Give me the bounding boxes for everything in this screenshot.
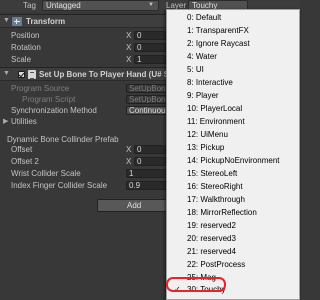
scale-label: Scale [11,55,32,64]
layer-menu-item[interactable]: 21: reserved4 [167,246,301,258]
layer-menu-item[interactable]: 19: reserved2 [167,220,301,232]
foldout-arrow-icon[interactable]: ▼ [3,17,10,24]
layer-menu-item[interactable]: 22: PostProcess [167,259,301,271]
program-source-label: Program Source [11,84,70,93]
layer-menu-item[interactable]: 14: PickupNoEnvironment [167,155,301,167]
index-scale-field[interactable]: 0.9 [126,181,168,190]
offset-label: Offset [11,145,33,154]
add-component-button[interactable]: Add Component [97,199,168,212]
tag-value: Untagged [46,1,81,10]
collider-prefab-label: Dynamic Bone Collinder Prefab [7,135,119,144]
rotation-x-label: X [126,43,132,52]
layer-menu-item[interactable]: 20: reserved3 [167,233,301,245]
selection-highlight-annotation [166,277,226,292]
layer-menu-item[interactable]: 17: Walkthrough [167,194,301,206]
script-icon [28,70,36,79]
program-source-field[interactable]: SetUpBon [126,84,168,93]
layer-menu-item[interactable]: 16: StereoRight [167,181,301,193]
position-x-label: X [126,31,132,40]
layer-menu-item[interactable]: 18: MirrorReflection [167,207,301,219]
program-script-label: Program Script [22,95,76,104]
wrist-scale-field[interactable]: 1 [126,169,168,178]
sync-method-dropdown[interactable]: Continuous [126,106,168,115]
utilities-label: Utilities [11,117,37,126]
component-enabled-checkbox[interactable] [18,71,25,78]
layer-menu-item[interactable]: 15: StereoLeft [167,168,301,180]
wrist-scale-label: Wrist Collider Scale [11,169,81,178]
rotation-x-field[interactable]: 0 [134,43,166,52]
layer-menu-item[interactable]: 13: Pickup [167,142,301,154]
layer-menu-item[interactable]: 5: UI [167,64,301,76]
layer-dropdown-menu: 0: Default 1: TransparentFX 2: Ignore Ra… [166,9,300,300]
position-x-field[interactable]: 0 [134,31,166,40]
index-scale-label: Index Finger Collider Scale [11,181,108,190]
layer-menu-item[interactable]: 1: TransparentFX [167,25,301,37]
layer-menu-item[interactable]: 12: UiMenu [167,129,301,141]
foldout-arrow-icon[interactable]: ▼ [3,70,10,77]
scale-x-label: X [126,55,132,64]
layer-menu-item[interactable]: 2: Ignore Raycast [167,38,301,50]
scale-x-field[interactable]: 1 [134,55,166,64]
offset-x-field[interactable]: 0 [134,145,166,154]
layer-menu-item[interactable]: 4: Water [167,51,301,63]
transform-title: Transform [26,17,66,26]
offset2-x-field[interactable]: 0 [134,157,166,166]
program-script-field[interactable]: SetUpBon [126,95,168,104]
layer-menu-item[interactable]: 8: Interactive [167,77,301,89]
foldout-arrow-icon[interactable]: ▶ [3,117,8,125]
layer-menu-item[interactable]: 10: PlayerLocal [167,103,301,115]
position-label: Position [11,31,40,40]
sync-method-label: Synchronization Method [11,106,97,115]
offset2-x-label: X [126,157,132,166]
tag-label: Tag [23,1,36,10]
offset-x-label: X [126,145,132,154]
rotation-label: Rotation [11,43,41,52]
layer-menu-item[interactable]: 0: Default [167,12,301,24]
chevron-down-icon: ▼ [148,2,154,8]
layer-menu-item[interactable]: 9: Player [167,90,301,102]
offset2-label: Offset 2 [11,157,39,166]
transform-icon [12,17,22,26]
layer-menu-item[interactable]: 11: Environment [167,116,301,128]
tag-dropdown[interactable]: Untagged ▼ [42,0,159,11]
